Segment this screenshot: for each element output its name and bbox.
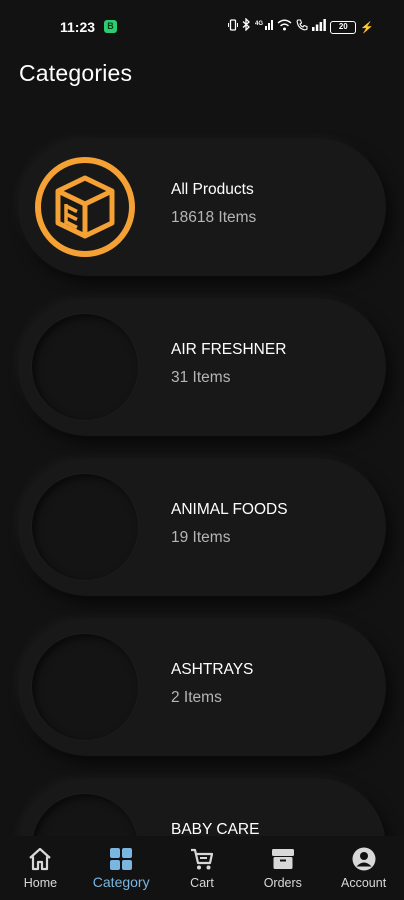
category-card-animal-foods[interactable]: ANIMAL FOODS 19 Items	[18, 458, 386, 596]
orders-box-icon	[270, 846, 296, 872]
bottom-navigation: Home Category Cart Orders Account	[0, 836, 404, 900]
category-list: All Products 18618 Items AIR FRESHNER 31…	[0, 0, 404, 900]
nav-orders[interactable]: Orders	[242, 836, 323, 900]
category-image-placeholder	[32, 474, 138, 580]
category-count: 19 Items	[171, 529, 231, 546]
category-name: ANIMAL FOODS	[171, 501, 288, 518]
nav-category[interactable]: Category	[81, 836, 162, 900]
nav-account[interactable]: Account	[323, 836, 404, 900]
nav-cart[interactable]: Cart	[162, 836, 243, 900]
nav-label: Orders	[263, 876, 302, 890]
category-card-air-freshner[interactable]: AIR FRESHNER 31 Items	[18, 298, 386, 436]
category-card-all-products[interactable]: All Products 18618 Items	[18, 138, 386, 276]
nav-home[interactable]: Home	[0, 836, 81, 900]
category-image-placeholder	[32, 314, 138, 420]
category-image-placeholder	[32, 634, 138, 740]
category-name: All Products	[171, 181, 254, 198]
nav-label: Home	[23, 876, 58, 890]
category-count: 2 Items	[171, 689, 222, 706]
category-card-ashtrays[interactable]: ASHTRAYS 2 Items	[18, 618, 386, 756]
category-name: AIR FRESHNER	[171, 341, 287, 358]
box-logo-icon	[32, 154, 138, 260]
grid-icon	[108, 846, 134, 872]
category-name: ASHTRAYS	[171, 661, 254, 678]
cart-icon	[189, 846, 215, 872]
home-icon	[27, 846, 53, 872]
nav-label: Cart	[190, 876, 214, 890]
category-count: 18618 Items	[171, 209, 257, 226]
category-count: 31 Items	[171, 369, 231, 386]
account-icon	[351, 846, 377, 872]
nav-label: Account	[341, 876, 387, 890]
app-screen: 11:23 B 4G 20 ⚡ Categories All Products …	[0, 0, 404, 900]
nav-label: Category	[92, 874, 150, 890]
